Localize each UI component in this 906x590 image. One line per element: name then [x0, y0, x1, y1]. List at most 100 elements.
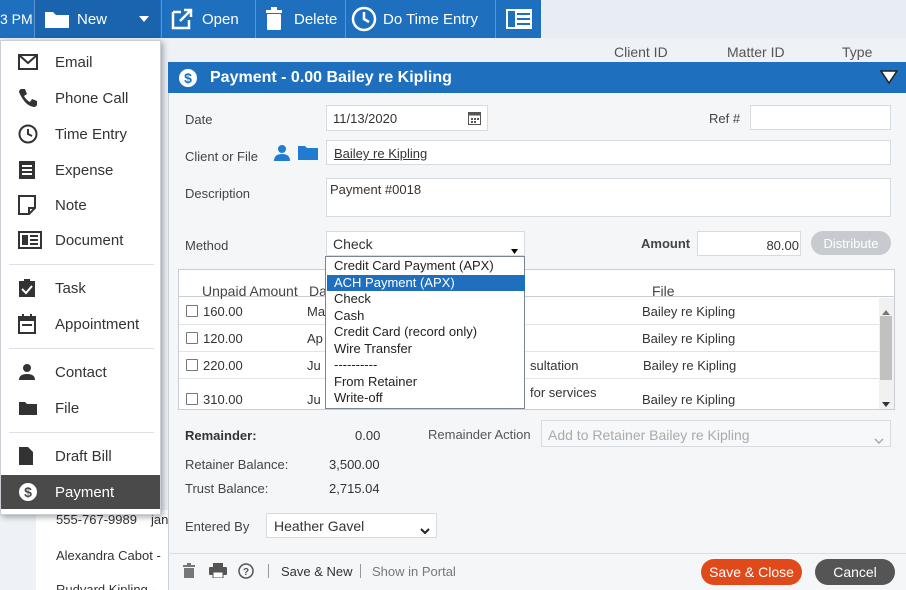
folder-icon: [1, 400, 55, 416]
method-option[interactable]: From Retainer: [327, 374, 525, 391]
envelope-icon: [1, 54, 55, 70]
menu-item-draft-bill[interactable]: Draft Bill: [1, 439, 160, 473]
row-date: Ma: [307, 304, 326, 319]
method-option-separator: ----------: [334, 357, 378, 372]
menu-item-contact[interactable]: Contact: [1, 355, 160, 389]
list-item[interactable]: Rudyard Kipling -: [56, 582, 156, 590]
open-button[interactable]: Open: [162, 0, 254, 38]
remainder-action-value: Add to Retainer Bailey re Kipling: [548, 427, 750, 443]
trust-balance-label: Trust Balance:: [185, 481, 269, 496]
row-file: Bailey re Kipling: [642, 331, 736, 346]
method-value: Check: [333, 236, 373, 252]
chevron-down-icon[interactable]: [874, 431, 884, 447]
description-field[interactable]: Payment #0018: [326, 178, 891, 217]
row-checkbox[interactable]: [186, 359, 198, 371]
menu-item-time-entry[interactable]: Time Entry: [1, 117, 160, 151]
column-header-matter-id[interactable]: Matter ID: [727, 44, 785, 60]
menu-item-label: Appointment: [55, 315, 140, 333]
save-and-new-button[interactable]: Save & New: [281, 564, 353, 579]
menu-item-appointment[interactable]: Appointment: [1, 307, 160, 341]
scrollbar-thumb[interactable]: [880, 316, 892, 380]
reading-pane-icon: [505, 8, 533, 30]
remainder-action-select[interactable]: Add to Retainer Bailey re Kipling: [541, 420, 891, 447]
menu-item-task[interactable]: Task: [1, 271, 160, 305]
entered-by-select[interactable]: Heather Gavel: [266, 513, 437, 538]
list-item[interactable]: Alexandra Cabot -: [56, 548, 161, 563]
column-header-type[interactable]: Type: [842, 44, 872, 60]
new-dropdown-menu: Email Phone Call Time Entry Expense Note…: [0, 40, 161, 515]
new-button-label: New: [77, 10, 108, 28]
help-icon[interactable]: ?: [238, 563, 254, 582]
footer-divider: [168, 553, 906, 554]
amount-field[interactable]: 80.00: [697, 231, 801, 256]
menu-item-label: File: [55, 399, 80, 417]
calendar-icon[interactable]: [468, 111, 481, 128]
method-option[interactable]: Check: [327, 291, 525, 308]
document-icon: [1, 231, 55, 249]
print-icon[interactable]: [209, 563, 227, 581]
menu-item-document[interactable]: Document: [1, 223, 160, 257]
menu-item-expense[interactable]: Expense: [1, 153, 160, 187]
clock-icon: [351, 6, 377, 32]
row-file: Bailey re Kipling: [642, 392, 736, 407]
folder-icon[interactable]: [297, 145, 319, 164]
method-select[interactable]: Check: [326, 231, 525, 256]
amount-label: Amount: [641, 236, 691, 251]
menu-item-label: Draft Bill: [55, 447, 112, 465]
show-in-portal-button[interactable]: Show in Portal: [372, 564, 456, 579]
dollar-icon: $: [1, 482, 55, 502]
cancel-button[interactable]: Cancel: [815, 559, 895, 585]
row-checkbox[interactable]: [186, 305, 198, 317]
row-divider: [179, 351, 879, 352]
row-file: Bailey re Kipling: [643, 358, 737, 373]
scroll-down-icon[interactable]: [882, 395, 890, 410]
menu-item-note[interactable]: Note: [1, 188, 160, 222]
row-unpaid-amount: 220.00: [203, 358, 243, 373]
method-option[interactable]: Write-off: [327, 390, 525, 407]
method-option[interactable]: Credit Card (record only): [327, 324, 525, 341]
menu-item-phone-call[interactable]: Phone Call: [1, 81, 160, 115]
column-header-file[interactable]: File: [652, 283, 675, 299]
method-option[interactable]: Cash: [327, 308, 525, 325]
menu-item-payment[interactable]: $ Payment: [1, 475, 160, 509]
menu-divider: [9, 348, 154, 349]
menu-item-file[interactable]: File: [1, 391, 160, 425]
chevron-down-icon[interactable]: [420, 522, 430, 538]
row-unpaid-amount: 120.00: [203, 331, 243, 346]
date-field[interactable]: 11/13/2020: [326, 105, 488, 131]
delete-button[interactable]: Delete: [256, 0, 344, 38]
svg-text:?: ?: [243, 567, 249, 578]
method-option[interactable]: Credit Card Payment (APX): [327, 258, 525, 275]
menu-item-label: Contact: [55, 363, 107, 381]
method-option[interactable]: Wire Transfer: [327, 341, 525, 358]
dropdown-arrow-icon[interactable]: [511, 241, 518, 257]
trash-icon[interactable]: [183, 563, 195, 581]
footer-separator: [360, 564, 361, 578]
menu-item-email[interactable]: Email: [1, 45, 160, 79]
reading-pane-button[interactable]: [496, 0, 541, 38]
menu-item-label: Phone Call: [55, 89, 129, 107]
row-checkbox[interactable]: [186, 332, 198, 344]
chevron-down-icon[interactable]: [138, 15, 150, 23]
do-time-entry-label: Do Time Entry: [383, 10, 479, 28]
ref-field[interactable]: [750, 105, 891, 130]
person-icon[interactable]: [273, 145, 291, 164]
trash-icon: [265, 7, 283, 31]
dialog-header: $ Payment - 0.00 Bailey re Kipling: [168, 62, 906, 93]
new-button[interactable]: New: [35, 0, 160, 38]
client-or-file-field[interactable]: Bailey re Kipling: [326, 140, 891, 165]
menu-item-label: Expense: [55, 161, 114, 179]
column-header-client-id[interactable]: Client ID: [614, 44, 668, 60]
collapse-dialog-icon[interactable]: [880, 70, 898, 84]
do-time-entry-button[interactable]: Do Time Entry: [346, 0, 494, 38]
client-link[interactable]: Bailey re Kipling: [334, 146, 427, 161]
row-divider: [179, 324, 879, 325]
distribute-button[interactable]: Distribute: [811, 231, 891, 255]
save-and-close-button[interactable]: Save & Close: [701, 559, 802, 585]
method-option-selected[interactable]: ACH Payment (APX): [327, 274, 525, 291]
row-unpaid-amount: 160.00: [203, 304, 243, 319]
row-description: for services: [530, 385, 597, 400]
column-header-unpaid-amount[interactable]: Unpaid Amount: [202, 283, 298, 299]
row-checkbox[interactable]: [186, 393, 198, 405]
calendar-icon: [1, 314, 55, 334]
